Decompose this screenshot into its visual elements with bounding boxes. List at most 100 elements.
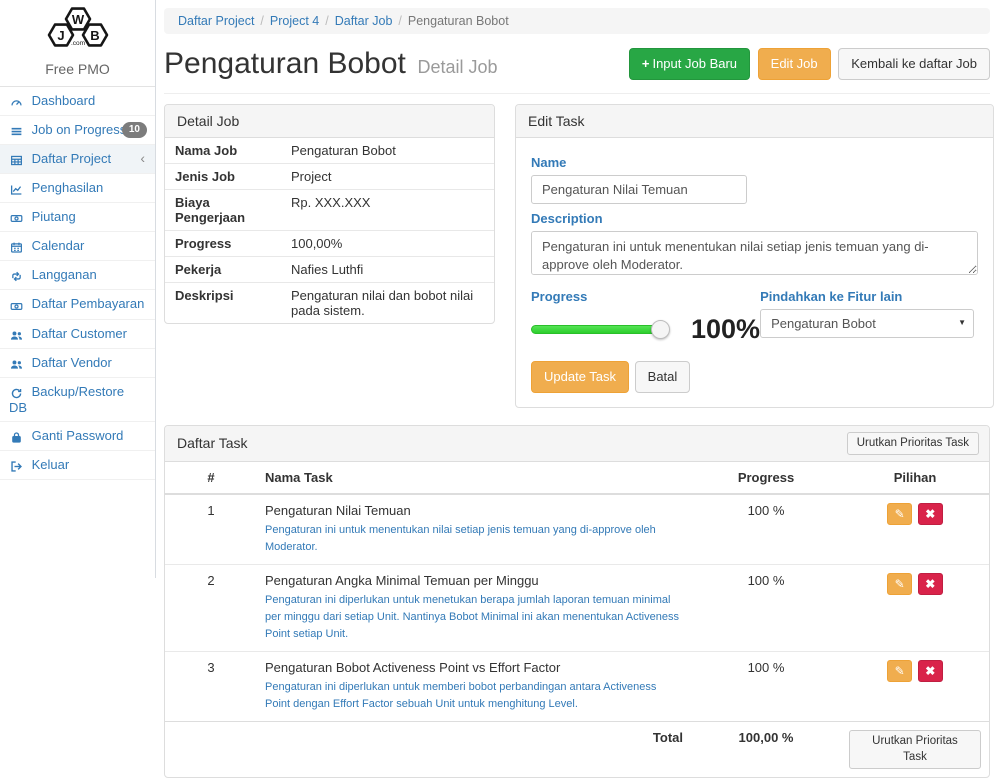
table-icon [9, 152, 24, 167]
breadcrumb: Daftar Project/Project 4/Daftar Job/Peng… [164, 8, 990, 34]
sidebar-item-keluar[interactable]: Keluar [0, 451, 155, 480]
logo-letter-j: J [57, 28, 64, 43]
breadcrumb-project-4[interactable]: Project 4 [270, 14, 319, 28]
task-progress: 100 % [691, 652, 841, 722]
page-title: Pengaturan Bobot [164, 47, 406, 80]
detail-row-progress: Progress100,00% [165, 231, 494, 257]
edit-task-panel: Edit Task Name Description Pengaturan in… [515, 104, 994, 408]
sidebar: W J B .com Free PMO Dashboard Job on Pro… [0, 0, 156, 578]
update-task-button[interactable]: Update Task [531, 361, 629, 393]
urutkan-prioritas-button-bottom[interactable]: Urutkan Prioritas Task [849, 730, 981, 769]
delete-task-icon-button[interactable]: ✖ [918, 573, 943, 595]
dashboard-icon [9, 94, 24, 109]
page-heading: Pengaturan Bobot Detail Job [164, 47, 498, 81]
sidebar-item-ganti-password[interactable]: Ganti Password [0, 422, 155, 451]
breadcrumb-daftar-job[interactable]: Daftar Job [335, 14, 393, 28]
money-icon [9, 210, 24, 225]
detail-row-jenis-job: Jenis JobProject [165, 164, 494, 190]
delete-task-icon-button[interactable]: ✖ [918, 660, 943, 682]
detail-row-deskripsi: DeskripsiPengaturan nilai dan bobot nila… [165, 283, 494, 324]
progress-slider[interactable] [531, 325, 661, 334]
column-header-num: # [165, 462, 257, 494]
progress-label: Progress [531, 289, 760, 304]
detail-job-panel-title: Detail Job [165, 105, 494, 138]
money-icon [9, 297, 24, 312]
users-icon [9, 356, 24, 371]
detail-job-table: Nama JobPengaturan Bobot Jenis JobProjec… [165, 138, 494, 323]
column-header-progress: Progress [691, 462, 841, 494]
table-row: 1 Pengaturan Nilai Temuan Pengaturan ini… [165, 494, 989, 565]
sidebar-item-daftar-vendor[interactable]: Daftar Vendor [0, 349, 155, 378]
refresh-icon [9, 385, 24, 400]
logo-letter-b: B [90, 28, 99, 43]
plus-icon: + [642, 56, 650, 71]
retweet-icon [9, 268, 24, 283]
task-name: Pengaturan Nilai Temuan [265, 503, 683, 518]
edit-job-button[interactable]: Edit Job [758, 48, 831, 80]
column-header-nama-task: Nama Task [257, 462, 691, 494]
progress-percent-value: 100% [691, 314, 760, 345]
sidebar-item-daftar-pembayaran[interactable]: Daftar Pembayaran [0, 290, 155, 319]
task-name-input[interactable] [531, 175, 747, 204]
breadcrumb-daftar-project[interactable]: Daftar Project [178, 14, 254, 28]
chevron-left-icon: ‹ [140, 150, 145, 166]
list-icon [9, 123, 24, 138]
sidebar-item-calendar[interactable]: Calendar [0, 232, 155, 261]
lock-icon [9, 429, 24, 444]
page-subtitle: Detail Job [418, 57, 498, 77]
sidebar-nav: Dashboard Job on Progress 10 Daftar Proj… [0, 87, 155, 480]
urutkan-prioritas-button-top[interactable]: Urutkan Prioritas Task [847, 432, 979, 456]
edit-task-panel-title: Edit Task [516, 105, 993, 138]
total-label: Total [257, 722, 691, 778]
sidebar-item-dashboard[interactable]: Dashboard [0, 87, 155, 116]
task-description-input[interactable]: Pengaturan ini untuk menentukan nilai se… [531, 231, 978, 275]
progress-slider-handle[interactable] [651, 320, 670, 339]
detail-row-pekerja: PekerjaNafies Luthfi [165, 257, 494, 283]
close-icon: ✖ [925, 507, 935, 521]
users-icon [9, 327, 24, 342]
main-content: Daftar Project/Project 4/Daftar Job/Peng… [156, 0, 1000, 578]
logo-com: .com [70, 40, 84, 47]
total-value: 100,00 % [691, 722, 841, 778]
sidebar-item-job-on-progress[interactable]: Job on Progress 10 [0, 116, 155, 145]
pencil-icon: ✎ [895, 507, 905, 521]
close-icon: ✖ [925, 664, 935, 678]
task-description: Pengaturan ini diperlukan untuk menetuka… [265, 592, 683, 643]
delete-task-icon-button[interactable]: ✖ [918, 503, 943, 525]
sign-out-icon [9, 458, 24, 473]
pencil-icon: ✎ [895, 577, 905, 591]
task-description: Pengaturan ini diperlukan untuk memberi … [265, 679, 683, 713]
sidebar-item-backup-restore-db[interactable]: Backup/Restore DB [0, 378, 155, 422]
table-footer-row: Total 100,00 % Urutkan Prioritas Task [165, 722, 989, 778]
sidebar-item-daftar-customer[interactable]: Daftar Customer [0, 320, 155, 349]
close-icon: ✖ [925, 577, 935, 591]
breadcrumb-separator: / [319, 14, 334, 28]
description-label: Description [531, 211, 978, 226]
kembali-button[interactable]: Kembali ke daftar Job [838, 48, 990, 80]
logo-letter-w: W [71, 12, 84, 27]
task-table: # Nama Task Progress Pilihan 1 Pengatura… [165, 462, 989, 777]
move-to-feature-label: Pindahkan ke Fitur lain [760, 289, 978, 304]
sidebar-item-piutang[interactable]: Piutang [0, 203, 155, 232]
detail-job-panel: Detail Job Nama JobPengaturan Bobot Jeni… [164, 104, 495, 324]
chart-line-icon [9, 181, 24, 196]
edit-task-icon-button[interactable]: ✎ [887, 660, 912, 682]
detail-row-nama-job: Nama JobPengaturan Bobot [165, 138, 494, 164]
batal-button[interactable]: Batal [635, 361, 691, 393]
job-count-badge: 10 [122, 122, 147, 138]
task-name: Pengaturan Bobot Activeness Point vs Eff… [265, 660, 683, 675]
edit-task-icon-button[interactable]: ✎ [887, 573, 912, 595]
breadcrumb-separator: / [392, 14, 407, 28]
divider [164, 93, 990, 94]
calendar-icon [9, 239, 24, 254]
table-row: 3 Pengaturan Bobot Activeness Point vs E… [165, 652, 989, 722]
edit-task-icon-button[interactable]: ✎ [887, 503, 912, 525]
sidebar-item-penghasilan[interactable]: Penghasilan [0, 174, 155, 203]
task-name: Pengaturan Angka Minimal Temuan per Ming… [265, 573, 683, 588]
move-to-feature-select[interactable]: Pengaturan Bobot [760, 309, 974, 338]
sidebar-item-daftar-project[interactable]: Daftar Project ‹ [0, 145, 155, 174]
daftar-task-panel-title: Daftar Task [177, 435, 248, 451]
name-label: Name [531, 155, 978, 170]
input-job-baru-button[interactable]: +Input Job Baru [629, 48, 750, 80]
sidebar-item-langganan[interactable]: Langganan [0, 261, 155, 290]
